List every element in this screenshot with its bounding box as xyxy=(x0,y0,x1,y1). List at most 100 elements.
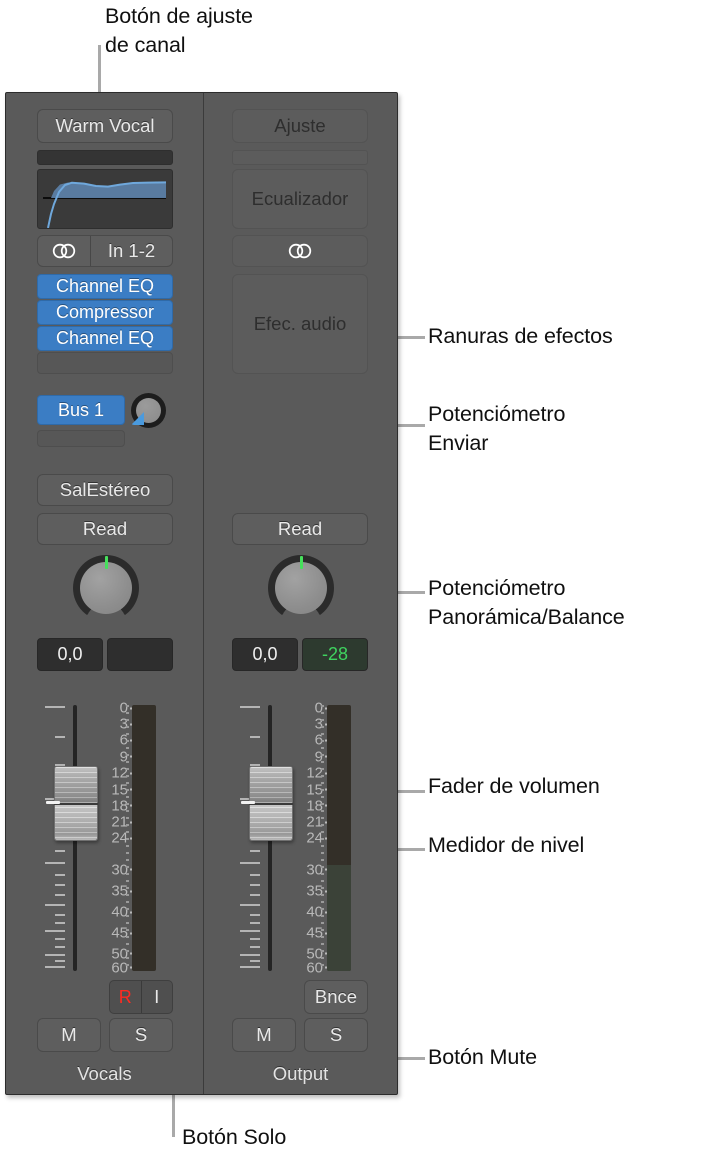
fader-tick xyxy=(240,966,260,968)
eq-header-bar-output[interactable] xyxy=(232,150,368,165)
pan-knob-cap-output xyxy=(275,562,327,614)
meter-tick-rail-vocals xyxy=(126,705,129,971)
fader-center-line xyxy=(54,802,98,805)
setting-button-output[interactable]: Ajuste xyxy=(232,109,368,143)
stereo-button-output[interactable] xyxy=(232,235,368,267)
fader-tick xyxy=(250,946,260,948)
pan-knob-tick-output xyxy=(299,556,303,569)
output-destination-button[interactable]: SalEstéreo xyxy=(37,474,173,506)
channel-strip-output: Ajuste Ecualizador Efec. audio Read 0,0 … xyxy=(204,93,397,1094)
pan-knob-tick xyxy=(104,556,108,569)
fader-tick xyxy=(45,706,65,708)
callout-level-meter: Medidor de nivel xyxy=(428,833,585,857)
automation-mode-button-output[interactable]: Read xyxy=(232,513,368,545)
fader-tick xyxy=(250,938,260,940)
meter-tick-rail-output xyxy=(321,705,324,971)
solo-button-vocals[interactable]: S xyxy=(109,1018,173,1052)
stereo-pair-glyph xyxy=(52,243,76,259)
solo-button-output[interactable]: S xyxy=(304,1018,368,1052)
callout-mute-button: Botón Mute xyxy=(428,1045,537,1069)
fader-value-nub xyxy=(46,801,60,804)
fader-tick xyxy=(55,922,65,924)
level-scale-vocals: 0 3 6 9 12 15 18 21 24 30 35 40 45 50 60 xyxy=(94,701,136,975)
effect-slot-2[interactable]: Compressor xyxy=(37,300,173,325)
audio-effects-area-output[interactable]: Efec. audio xyxy=(232,274,368,374)
gain-value-display-output[interactable]: -28 xyxy=(302,638,368,671)
gain-value-display[interactable] xyxy=(107,638,173,671)
fader-tick xyxy=(45,862,65,864)
level-meter-fill-output xyxy=(327,864,351,971)
pan-value-display-output[interactable]: 0,0 xyxy=(232,638,298,671)
stereo-pair-icon[interactable] xyxy=(38,236,91,266)
record-input-group[interactable]: R I xyxy=(109,980,173,1014)
fader-tick xyxy=(45,966,65,968)
channel-name-vocals[interactable]: Vocals xyxy=(6,1063,203,1085)
bounce-button[interactable]: Bnce xyxy=(304,980,368,1014)
pan-balance-knob[interactable] xyxy=(73,555,139,621)
fader-tick xyxy=(240,862,260,864)
fader-tick xyxy=(250,922,260,924)
callout-send-knob: Potenciómetro Enviar xyxy=(428,402,566,455)
fader-tick xyxy=(45,930,65,932)
eq-header-bar[interactable] xyxy=(37,150,173,165)
fader-tick xyxy=(250,914,260,916)
volume-fader-handle-output[interactable] xyxy=(249,766,293,841)
fader-tick xyxy=(55,884,65,886)
fader-tick xyxy=(55,874,65,876)
fader-tick xyxy=(55,960,65,962)
level-meter-vocals xyxy=(132,705,156,971)
mute-button-vocals[interactable]: M xyxy=(37,1018,101,1052)
pan-balance-knob-output[interactable] xyxy=(268,555,334,621)
pan-knob-cap xyxy=(80,562,132,614)
fader-tick xyxy=(55,736,65,738)
fader-tick xyxy=(250,884,260,886)
input-selector-row[interactable]: In 1-2 xyxy=(37,235,173,267)
volume-fader-handle[interactable] xyxy=(54,766,98,841)
fader-tick xyxy=(250,850,260,852)
channel-name-output[interactable]: Output xyxy=(204,1063,397,1085)
callout-effect-slots: Ranuras de efectos xyxy=(428,324,613,348)
fader-tick xyxy=(250,960,260,962)
effect-slot-3[interactable]: Channel EQ xyxy=(37,326,173,351)
send-slot-empty[interactable] xyxy=(37,430,125,447)
fader-tick xyxy=(240,706,260,708)
fader-value-nub-output xyxy=(241,801,255,804)
pan-value-display[interactable]: 0,0 xyxy=(37,638,103,671)
stereo-pair-icon xyxy=(288,243,312,259)
fader-center-line-output xyxy=(249,802,293,805)
fader-tick xyxy=(55,938,65,940)
fader-tick xyxy=(55,914,65,916)
channel-setting-button[interactable]: Warm Vocal xyxy=(37,109,173,143)
level-scale-output: 0 3 6 9 12 15 18 21 24 30 35 40 45 50 60 xyxy=(289,701,331,975)
callout-pan-knob: Potenciómetro Panorámica/Balance xyxy=(428,576,625,629)
record-enable-button[interactable]: R xyxy=(110,981,142,1013)
equalizer-button-output[interactable]: Ecualizador xyxy=(232,169,368,229)
effect-slot-empty[interactable] xyxy=(37,352,173,374)
fader-tick xyxy=(55,894,65,896)
effect-slot-1[interactable]: Channel EQ xyxy=(37,274,173,299)
fader-tick xyxy=(250,874,260,876)
fader-tick xyxy=(240,930,260,932)
fader-tick xyxy=(45,904,65,906)
callout-volume-fader: Fader de volumen xyxy=(428,774,600,798)
eq-curve-graphic xyxy=(43,181,167,228)
mixer-panel: Warm Vocal In 1-2 Channel EQ Compressor … xyxy=(5,92,398,1095)
level-meter-output xyxy=(327,705,351,971)
fader-tick xyxy=(250,894,260,896)
input-label[interactable]: In 1-2 xyxy=(91,236,172,266)
fader-tick xyxy=(250,736,260,738)
fader-tick xyxy=(240,954,260,956)
send-knob[interactable] xyxy=(131,393,166,428)
fader-tick xyxy=(240,904,260,906)
automation-mode-button[interactable]: Read xyxy=(37,513,173,545)
channel-strip-vocals: Warm Vocal In 1-2 Channel EQ Compressor … xyxy=(6,93,204,1094)
callout-solo-button: Botón Solo xyxy=(182,1125,287,1149)
fader-tick xyxy=(55,850,65,852)
input-monitor-button[interactable]: I xyxy=(142,981,173,1013)
fader-tick xyxy=(55,946,65,948)
callout-channel-setting: Botón de ajuste de canal xyxy=(105,4,253,57)
fader-tick xyxy=(45,954,65,956)
eq-curve-thumbnail[interactable] xyxy=(37,169,173,229)
mute-button-output[interactable]: M xyxy=(232,1018,296,1052)
send-destination-button[interactable]: Bus 1 xyxy=(37,395,125,425)
